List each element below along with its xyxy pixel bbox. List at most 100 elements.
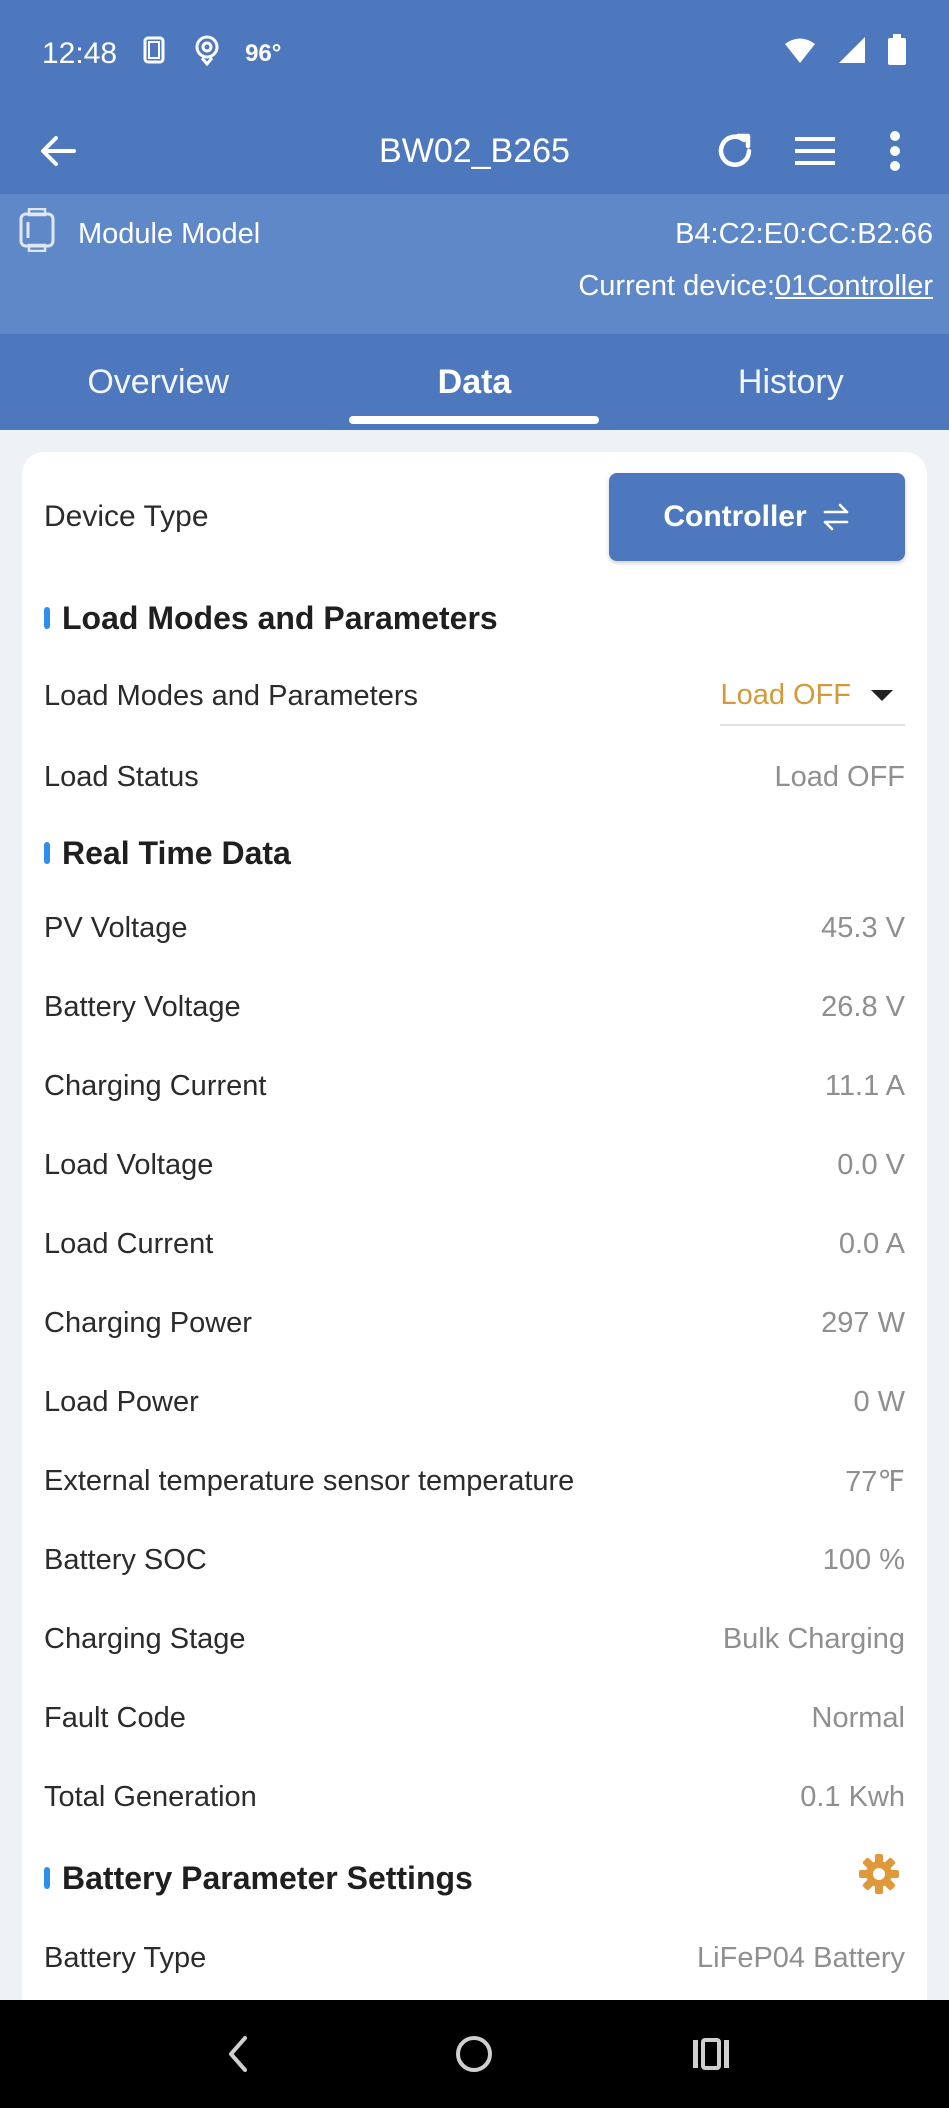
more-vertical-icon <box>890 131 900 171</box>
data-row-value: 100 % <box>822 1544 905 1576</box>
nav-recents-button[interactable] <box>685 2028 737 2080</box>
data-row-value: Normal <box>811 1702 905 1734</box>
data-row-value: 77℉ <box>845 1466 905 1498</box>
battery-settings-button[interactable] <box>857 1852 901 1904</box>
data-row-load-voltage: Load Voltage 0.0 V <box>44 1126 905 1205</box>
section-title-battery-parameters: Battery Parameter Settings <box>44 1837 905 1919</box>
hamburger-menu-icon <box>795 137 835 165</box>
top-header: 12:48 96° BW02_B265 Module Model B4:C2:E… <box>0 0 949 430</box>
data-row-charging-power: Charging Power 297 W <box>44 1284 905 1363</box>
data-row-label: Battery SOC <box>44 1544 207 1576</box>
location-notification-icon <box>191 34 223 74</box>
load-status-row: Load Status Load OFF <box>44 738 905 817</box>
load-status-value: Load OFF <box>774 761 905 793</box>
data-row-value: 11.1 A <box>824 1070 905 1102</box>
caret-down-icon <box>871 689 893 701</box>
section-marker <box>44 842 50 864</box>
data-row-value: 0 W <box>853 1386 905 1418</box>
back-button[interactable] <box>32 125 84 177</box>
system-navigation-bar <box>0 2000 949 2108</box>
signal-icon <box>837 35 867 73</box>
refresh-button[interactable] <box>709 125 761 177</box>
data-row-label: Charging Stage <box>44 1623 246 1655</box>
section-title-real-time-data: Real Time Data <box>44 817 905 889</box>
tab-bar: Overview Data History <box>0 334 949 430</box>
status-time: 12:48 <box>42 37 118 70</box>
status-bar: 12:48 96° <box>0 0 949 108</box>
data-row-value: 0.0 V <box>837 1149 905 1181</box>
tab-history[interactable]: History <box>633 334 949 430</box>
data-row-total-generation: Total Generation 0.1 Kwh <box>44 1758 905 1837</box>
data-row-load-power: Load Power 0 W <box>44 1363 905 1442</box>
status-temperature: 96° <box>245 40 282 67</box>
data-row-value: 0.0 A <box>838 1228 905 1260</box>
load-mode-row: Load Modes and Parameters Load OFF <box>44 654 905 738</box>
module-model-label: Module Model <box>78 217 261 250</box>
data-row-load-current: Load Current 0.0 A <box>44 1205 905 1284</box>
load-mode-dropdown[interactable]: Load OFF <box>720 666 905 726</box>
module-mac-address: B4:C2:E0:CC:B2:66 <box>675 217 933 250</box>
current-device-link[interactable]: 01Controller <box>775 270 933 302</box>
load-mode-label: Load Modes and Parameters <box>44 679 418 712</box>
menu-button[interactable] <box>789 125 841 177</box>
wifi-icon <box>783 35 817 73</box>
section-title-text: Real Time Data <box>62 834 291 871</box>
current-device-label: Current device: <box>578 270 776 302</box>
section-marker <box>44 607 50 629</box>
section-title-text: Load Modes and Parameters <box>62 599 498 636</box>
screenshot-notification-icon <box>139 35 169 73</box>
module-info-bar: Module Model B4:C2:E0:CC:B2:66 Current d… <box>0 194 949 334</box>
device-type-switch-button[interactable]: Controller <box>609 473 905 561</box>
battery-type-value: LiFeP04 Battery <box>697 1942 905 1974</box>
swap-arrows-icon <box>823 503 848 531</box>
data-row-external-temperature: External temperature sensor temperature … <box>44 1442 905 1521</box>
chevron-left-icon <box>229 2036 248 2072</box>
data-row-label: Load Voltage <box>44 1149 214 1181</box>
data-row-label: Charging Power <box>44 1307 252 1339</box>
data-row-label: Fault Code <box>44 1702 186 1734</box>
device-type-label: Device Type <box>44 500 209 533</box>
tab-data[interactable]: Data <box>316 334 632 430</box>
data-row-label: Charging Current <box>44 1070 267 1102</box>
data-row-label: Load Current <box>44 1228 214 1260</box>
device-type-button-label: Controller <box>663 500 807 533</box>
data-row-label: Battery Voltage <box>44 991 241 1023</box>
battery-type-label: Battery Type <box>44 1942 207 1974</box>
data-row-charging-current: Charging Current 11.1 A <box>44 1047 905 1126</box>
current-device: Current device:01Controller <box>18 270 933 303</box>
data-row-value: 26.8 V <box>821 991 905 1023</box>
data-row-label: Total Generation <box>44 1781 257 1813</box>
load-status-label: Load Status <box>44 761 199 793</box>
arrow-left-icon <box>41 136 76 166</box>
gear-icon <box>859 1854 899 1894</box>
nav-home-button[interactable] <box>448 2028 500 2080</box>
refresh-icon <box>718 133 752 167</box>
module-device-icon <box>18 207 56 260</box>
data-row-value: 297 W <box>821 1307 905 1339</box>
data-row-pv-voltage: PV Voltage 45.3 V <box>44 889 905 968</box>
battery-icon <box>887 34 907 74</box>
data-card: Device Type Controller Load Modes and Pa… <box>22 452 927 2000</box>
data-row-fault-code: Fault Code Normal <box>44 1679 905 1758</box>
device-type-row: Device Type Controller <box>44 452 905 582</box>
section-marker <box>44 1867 50 1889</box>
recent-apps-icon <box>692 2038 729 2070</box>
data-row-value: 45.3 V <box>821 912 905 944</box>
data-row-label: PV Voltage <box>44 912 188 944</box>
more-options-button[interactable] <box>869 125 921 177</box>
section-title-text: Battery Parameter Settings <box>62 1859 473 1896</box>
data-row-battery-voltage: Battery Voltage 26.8 V <box>44 968 905 1047</box>
data-row-label: Load Power <box>44 1386 199 1418</box>
battery-type-row[interactable]: Battery Type LiFeP04 Battery <box>44 1919 905 1998</box>
load-mode-selected-value: Load OFF <box>720 678 851 711</box>
data-row-value: 0.1 Kwh <box>800 1781 905 1813</box>
data-row-battery-soc: Battery SOC 100 % <box>44 1521 905 1600</box>
nav-back-button[interactable] <box>212 2028 264 2080</box>
app-bar: BW02_B265 <box>0 108 949 194</box>
section-title-load-modes: Load Modes and Parameters <box>44 582 905 654</box>
tab-overview[interactable]: Overview <box>0 334 316 430</box>
data-row-value: Bulk Charging <box>722 1623 905 1655</box>
data-row-charging-stage: Charging Stage Bulk Charging <box>44 1600 905 1679</box>
data-row-label: External temperature sensor temperature <box>44 1465 575 1497</box>
home-circle-icon <box>456 2036 493 2072</box>
